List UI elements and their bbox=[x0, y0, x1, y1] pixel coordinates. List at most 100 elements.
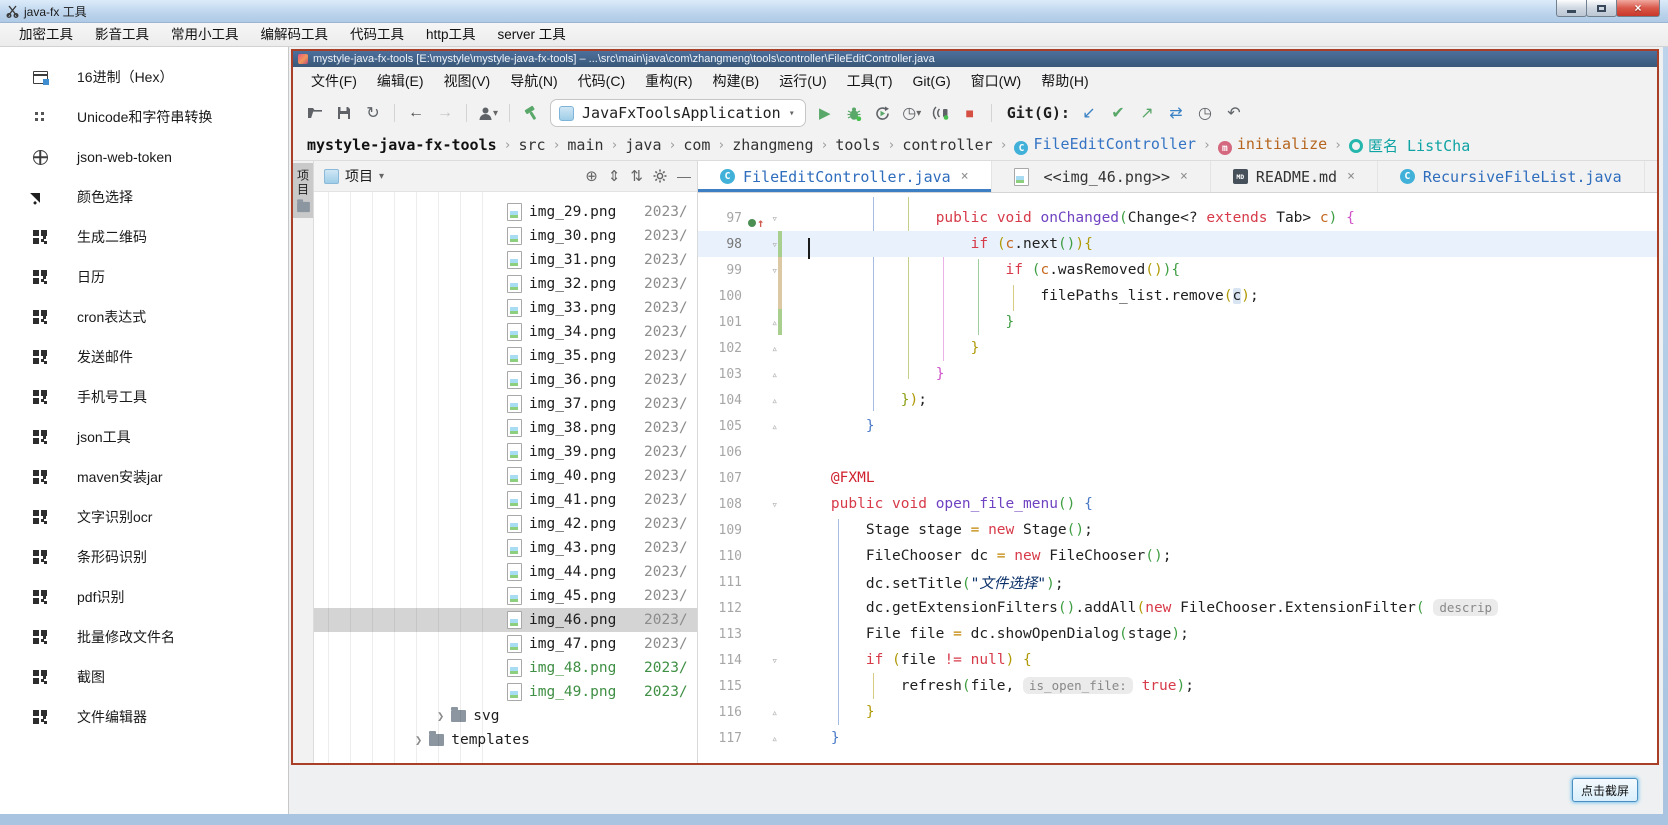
fold-marker-icon[interactable]: ▵ bbox=[771, 369, 778, 380]
coverage-icon[interactable] bbox=[873, 102, 893, 124]
ide-menu-item[interactable]: 帮助(H) bbox=[1031, 67, 1098, 96]
code-line[interactable]: 99▿ if (c.wasRemoved()){ bbox=[698, 257, 1657, 283]
code-line[interactable]: 111 dc.setTitle("文件选择"); bbox=[698, 569, 1657, 595]
build-hammer-icon[interactable] bbox=[521, 102, 541, 124]
screenshot-button[interactable]: 点击截屏 bbox=[1572, 778, 1638, 802]
code-line[interactable]: 109 Stage stage = new Stage(); bbox=[698, 517, 1657, 543]
tree-file-row[interactable]: img_42.png2023/ bbox=[314, 512, 697, 536]
settings-gear-icon[interactable] bbox=[653, 169, 667, 183]
ide-menu-item[interactable]: Git(G) bbox=[903, 67, 961, 96]
code-line[interactable]: 114▿ if (file != null) { bbox=[698, 647, 1657, 673]
close-tab-icon[interactable]: × bbox=[961, 169, 969, 184]
code-line[interactable]: 100 filePaths_list.remove(c); bbox=[698, 283, 1657, 309]
app-menu-item[interactable]: 编解码工具 bbox=[250, 23, 340, 46]
sidebar-item[interactable]: 手机号工具 bbox=[0, 377, 288, 417]
open-folder-icon[interactable] bbox=[305, 102, 325, 124]
fold-marker-icon[interactable]: ▵ bbox=[771, 707, 778, 718]
code-line[interactable]: 101▵ } bbox=[698, 309, 1657, 335]
debug-icon[interactable] bbox=[844, 102, 864, 124]
collapse-all-icon[interactable]: ⇅ bbox=[630, 167, 643, 185]
tree-file-row[interactable]: img_39.png2023/ bbox=[314, 440, 697, 464]
sidebar-item[interactable]: 16进制（Hex） bbox=[0, 57, 288, 97]
code-line[interactable]: 113 File file = dc.showOpenDialog(stage)… bbox=[698, 621, 1657, 647]
tree-file-row[interactable]: img_40.png2023/ bbox=[314, 464, 697, 488]
sync-icon[interactable]: ↻ bbox=[363, 102, 383, 124]
tree-file-row[interactable]: img_41.png2023/ bbox=[314, 488, 697, 512]
app-menu-item[interactable]: server 工具 bbox=[487, 23, 577, 46]
code-line[interactable]: 97↑▿ public void onChanged(Change<? exte… bbox=[698, 205, 1657, 231]
code-line[interactable]: 115 refresh(file, is_open_file: true); bbox=[698, 673, 1657, 699]
git-update-icon[interactable]: ↙ bbox=[1079, 102, 1099, 124]
breadcrumb-item[interactable]: CFileEditController bbox=[1014, 135, 1196, 156]
tree-file-row[interactable]: img_33.png2023/ bbox=[314, 296, 697, 320]
project-toolwindow-button[interactable]: 项目 bbox=[293, 163, 313, 218]
git-commit-icon[interactable]: ✔ bbox=[1108, 102, 1128, 124]
run-config-select[interactable]: JavaFxToolsApplication ▾ bbox=[550, 99, 806, 127]
ide-menu-item[interactable]: 文件(F) bbox=[301, 67, 367, 96]
ide-menu-item[interactable]: 代码(C) bbox=[568, 67, 635, 96]
code-line[interactable]: 104▵ }); bbox=[698, 387, 1657, 413]
tree-file-row[interactable]: img_47.png2023/ bbox=[314, 632, 697, 656]
ide-menu-item[interactable]: 工具(T) bbox=[837, 67, 903, 96]
save-icon[interactable] bbox=[334, 102, 354, 124]
code-line[interactable]: 108▿ public void open_file_menu() { bbox=[698, 491, 1657, 517]
tree-file-row[interactable]: img_48.png2023/ bbox=[314, 656, 697, 680]
tree-file-row[interactable]: img_36.png2023/ bbox=[314, 368, 697, 392]
code-line[interactable]: 116▵ } bbox=[698, 699, 1657, 725]
tree-file-row[interactable]: img_31.png2023/ bbox=[314, 248, 697, 272]
breadcrumb-item[interactable]: com bbox=[683, 136, 710, 154]
fold-marker-icon[interactable]: ▵ bbox=[771, 733, 778, 744]
hide-panel-icon[interactable]: — bbox=[677, 168, 691, 184]
fold-marker-icon[interactable]: ▵ bbox=[771, 343, 778, 354]
forward-icon[interactable]: → bbox=[435, 102, 455, 124]
back-icon[interactable]: ← bbox=[406, 102, 426, 124]
stop-icon[interactable]: ■ bbox=[960, 102, 980, 124]
editor-tab[interactable]: CRecursiveFileList.java bbox=[1378, 161, 1645, 192]
tree-file-row[interactable]: img_34.png2023/ bbox=[314, 320, 697, 344]
sidebar-item[interactable]: 日历 bbox=[0, 257, 288, 297]
tree-file-row[interactable]: img_49.png2023/ bbox=[314, 680, 697, 704]
ide-menu-item[interactable]: 重构(R) bbox=[635, 67, 702, 96]
code-line[interactable]: 103▵ } bbox=[698, 361, 1657, 387]
app-menu-item[interactable]: 加密工具 bbox=[8, 23, 84, 46]
sidebar-item[interactable]: 颜色选择 bbox=[0, 177, 288, 217]
fold-marker-icon[interactable]: ▵ bbox=[771, 317, 778, 328]
tree-file-row[interactable]: img_30.png2023/ bbox=[314, 224, 697, 248]
fold-marker-icon[interactable]: ▿ bbox=[771, 213, 778, 224]
ide-menu-item[interactable]: 运行(U) bbox=[769, 67, 836, 96]
ide-menu-item[interactable]: 编辑(E) bbox=[367, 67, 434, 96]
breadcrumb-item[interactable]: mystyle-java-fx-tools bbox=[307, 136, 497, 154]
ide-menu-item[interactable]: 导航(N) bbox=[500, 67, 567, 96]
sidebar-item[interactable]: 批量修改文件名 bbox=[0, 617, 288, 657]
breadcrumb-item[interactable]: minitialize bbox=[1218, 135, 1327, 156]
ide-menu-item[interactable]: 视图(V) bbox=[434, 67, 501, 96]
app-menu-item[interactable]: 常用小工具 bbox=[160, 23, 250, 46]
override-marker-icon[interactable]: ↑ bbox=[748, 217, 764, 229]
fold-marker-icon[interactable]: ▿ bbox=[771, 265, 778, 276]
minimize-button[interactable] bbox=[1556, 0, 1587, 17]
code-line[interactable]: 112 dc.getExtensionFilters().addAll(new … bbox=[698, 595, 1657, 621]
tree-folder-row[interactable]: ❯svg bbox=[314, 704, 697, 728]
code-line[interactable]: 117▵ } bbox=[698, 725, 1657, 751]
sidebar-item[interactable]: 截图 bbox=[0, 657, 288, 697]
editor-tab[interactable]: MDREADME.md× bbox=[1211, 161, 1378, 192]
code-line[interactable]: 107 @FXML bbox=[698, 465, 1657, 491]
code-line[interactable]: 102▵ } bbox=[698, 335, 1657, 361]
profiler-icon[interactable]: ◷▾ bbox=[902, 102, 922, 124]
ide-menu-item[interactable]: 构建(B) bbox=[703, 67, 770, 96]
sidebar-item[interactable]: 条形码识别 bbox=[0, 537, 288, 577]
tree-folder-row[interactable]: ❯templates bbox=[314, 728, 697, 752]
breadcrumb-item[interactable]: main bbox=[567, 136, 603, 154]
tree-file-row[interactable]: img_35.png2023/ bbox=[314, 344, 697, 368]
sidebar-item[interactable]: 生成二维码 bbox=[0, 217, 288, 257]
rollback-icon[interactable]: ↶ bbox=[1224, 102, 1244, 124]
breadcrumb-item[interactable]: java bbox=[625, 136, 661, 154]
fold-marker-icon[interactable]: ▵ bbox=[771, 421, 778, 432]
tree-file-row[interactable]: img_43.png2023/ bbox=[314, 536, 697, 560]
tree-file-row[interactable]: img_29.png2023/ bbox=[314, 200, 697, 224]
breadcrumb-item[interactable]: zhangmeng bbox=[732, 136, 813, 154]
editor-tab[interactable]: CFileEditController.java× bbox=[698, 161, 992, 192]
app-menu-item[interactable]: http工具 bbox=[415, 23, 487, 46]
tree-file-row[interactable]: img_32.png2023/ bbox=[314, 272, 697, 296]
run-icon[interactable]: ▶ bbox=[815, 102, 835, 124]
